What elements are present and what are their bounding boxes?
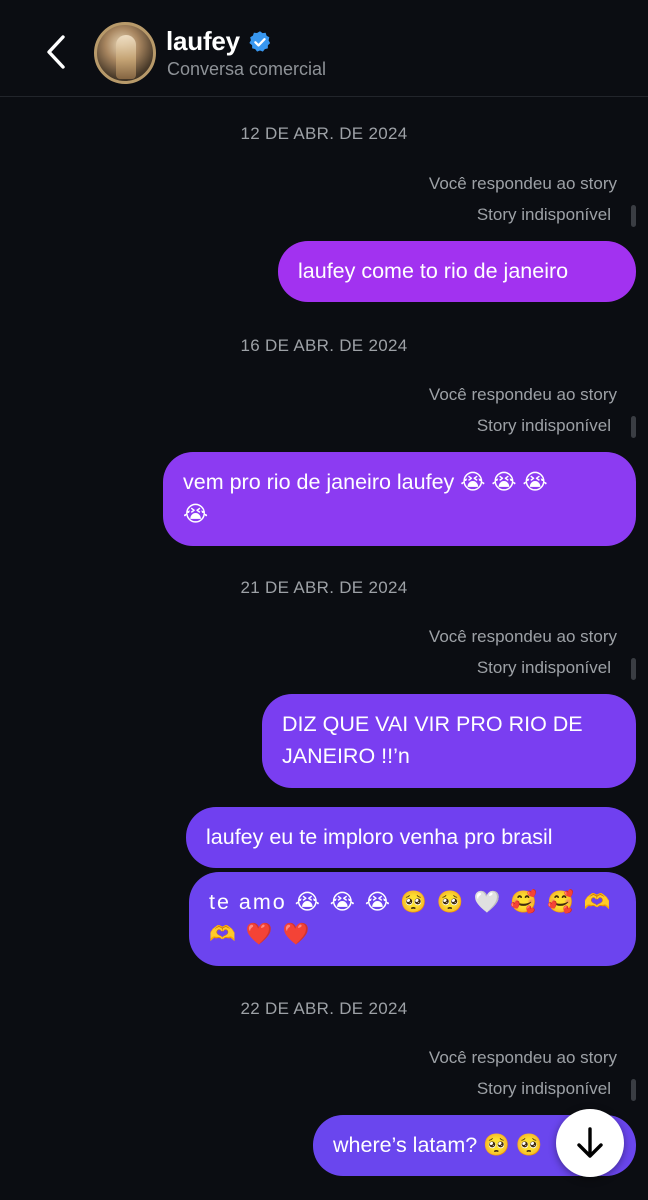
- story-preview-bar: [631, 1079, 636, 1101]
- story-reply-note: Você respondeu ao story: [428, 174, 617, 193]
- date-separator: 22 DE ABR. DE 2024: [240, 999, 408, 1018]
- message-text-line: 😭: [183, 502, 209, 526]
- chat-header: laufey Conversa comercial: [0, 0, 648, 97]
- avatar[interactable]: [94, 22, 156, 84]
- message-bubble[interactable]: laufey come to rio de janeiro: [278, 241, 636, 302]
- message-text-line: DIZ QUE VAI VIR PRO RIO DE: [282, 712, 583, 736]
- contact-name-row[interactable]: laufey: [166, 26, 272, 57]
- message-text: laufey come to rio de janeiro: [298, 259, 569, 283]
- story-unavailable-label[interactable]: Story indisponível: [477, 1079, 611, 1099]
- message-text: where’s latam? 🥺 🥺: [333, 1133, 543, 1157]
- story-reply-note: Você respondeu ao story: [428, 385, 617, 404]
- message-bubble[interactable]: laufey eu te imploro venha pro brasil: [186, 807, 636, 868]
- story-reply-note: Você respondeu ao story: [428, 627, 617, 646]
- date-separator: 16 DE ABR. DE 2024: [240, 336, 408, 355]
- verified-badge-icon: [249, 30, 271, 52]
- message-text-line: 🫶 ❤️ ❤️: [209, 922, 312, 946]
- story-preview-bar: [631, 416, 636, 438]
- story-unavailable-label[interactable]: Story indisponível: [477, 658, 611, 678]
- message-text-line: JANEIRO !!’n: [282, 744, 410, 768]
- date-separator: 21 DE ABR. DE 2024: [240, 578, 408, 597]
- message-bubble[interactable]: te amo 😭 😭 😭 🥺 🥺 🤍 🥰 🥰 🫶 🫶 ❤️ ❤️: [189, 872, 636, 966]
- chevron-left-icon: [47, 35, 65, 69]
- message-bubble[interactable]: vem pro rio de janeiro laufey 😭 😭 😭 😭: [163, 452, 636, 546]
- message-text-line: vem pro rio de janeiro laufey 😭 😭 😭: [183, 470, 548, 494]
- message-bubble[interactable]: DIZ QUE VAI VIR PRO RIO DE JANEIRO !!’n: [262, 694, 636, 788]
- date-separator: 12 DE ABR. DE 2024: [240, 124, 408, 143]
- story-unavailable-label[interactable]: Story indisponível: [477, 416, 611, 436]
- contact-name: laufey: [166, 26, 240, 56]
- story-preview-bar: [631, 205, 636, 227]
- story-reply-note: Você respondeu ao story: [428, 1048, 617, 1067]
- arrow-down-icon: [577, 1127, 603, 1158]
- story-unavailable-label[interactable]: Story indisponível: [477, 205, 611, 225]
- message-text-line: te amo 😭 😭 😭 🥺 🥺 🤍 🥰 🥰 🫶: [209, 890, 613, 914]
- message-text: laufey eu te imploro venha pro brasil: [206, 825, 553, 849]
- contact-subtitle: Conversa comercial: [167, 59, 327, 79]
- scroll-to-bottom-button[interactable]: [556, 1109, 624, 1177]
- story-preview-bar: [631, 658, 636, 680]
- back-button[interactable]: [38, 30, 74, 74]
